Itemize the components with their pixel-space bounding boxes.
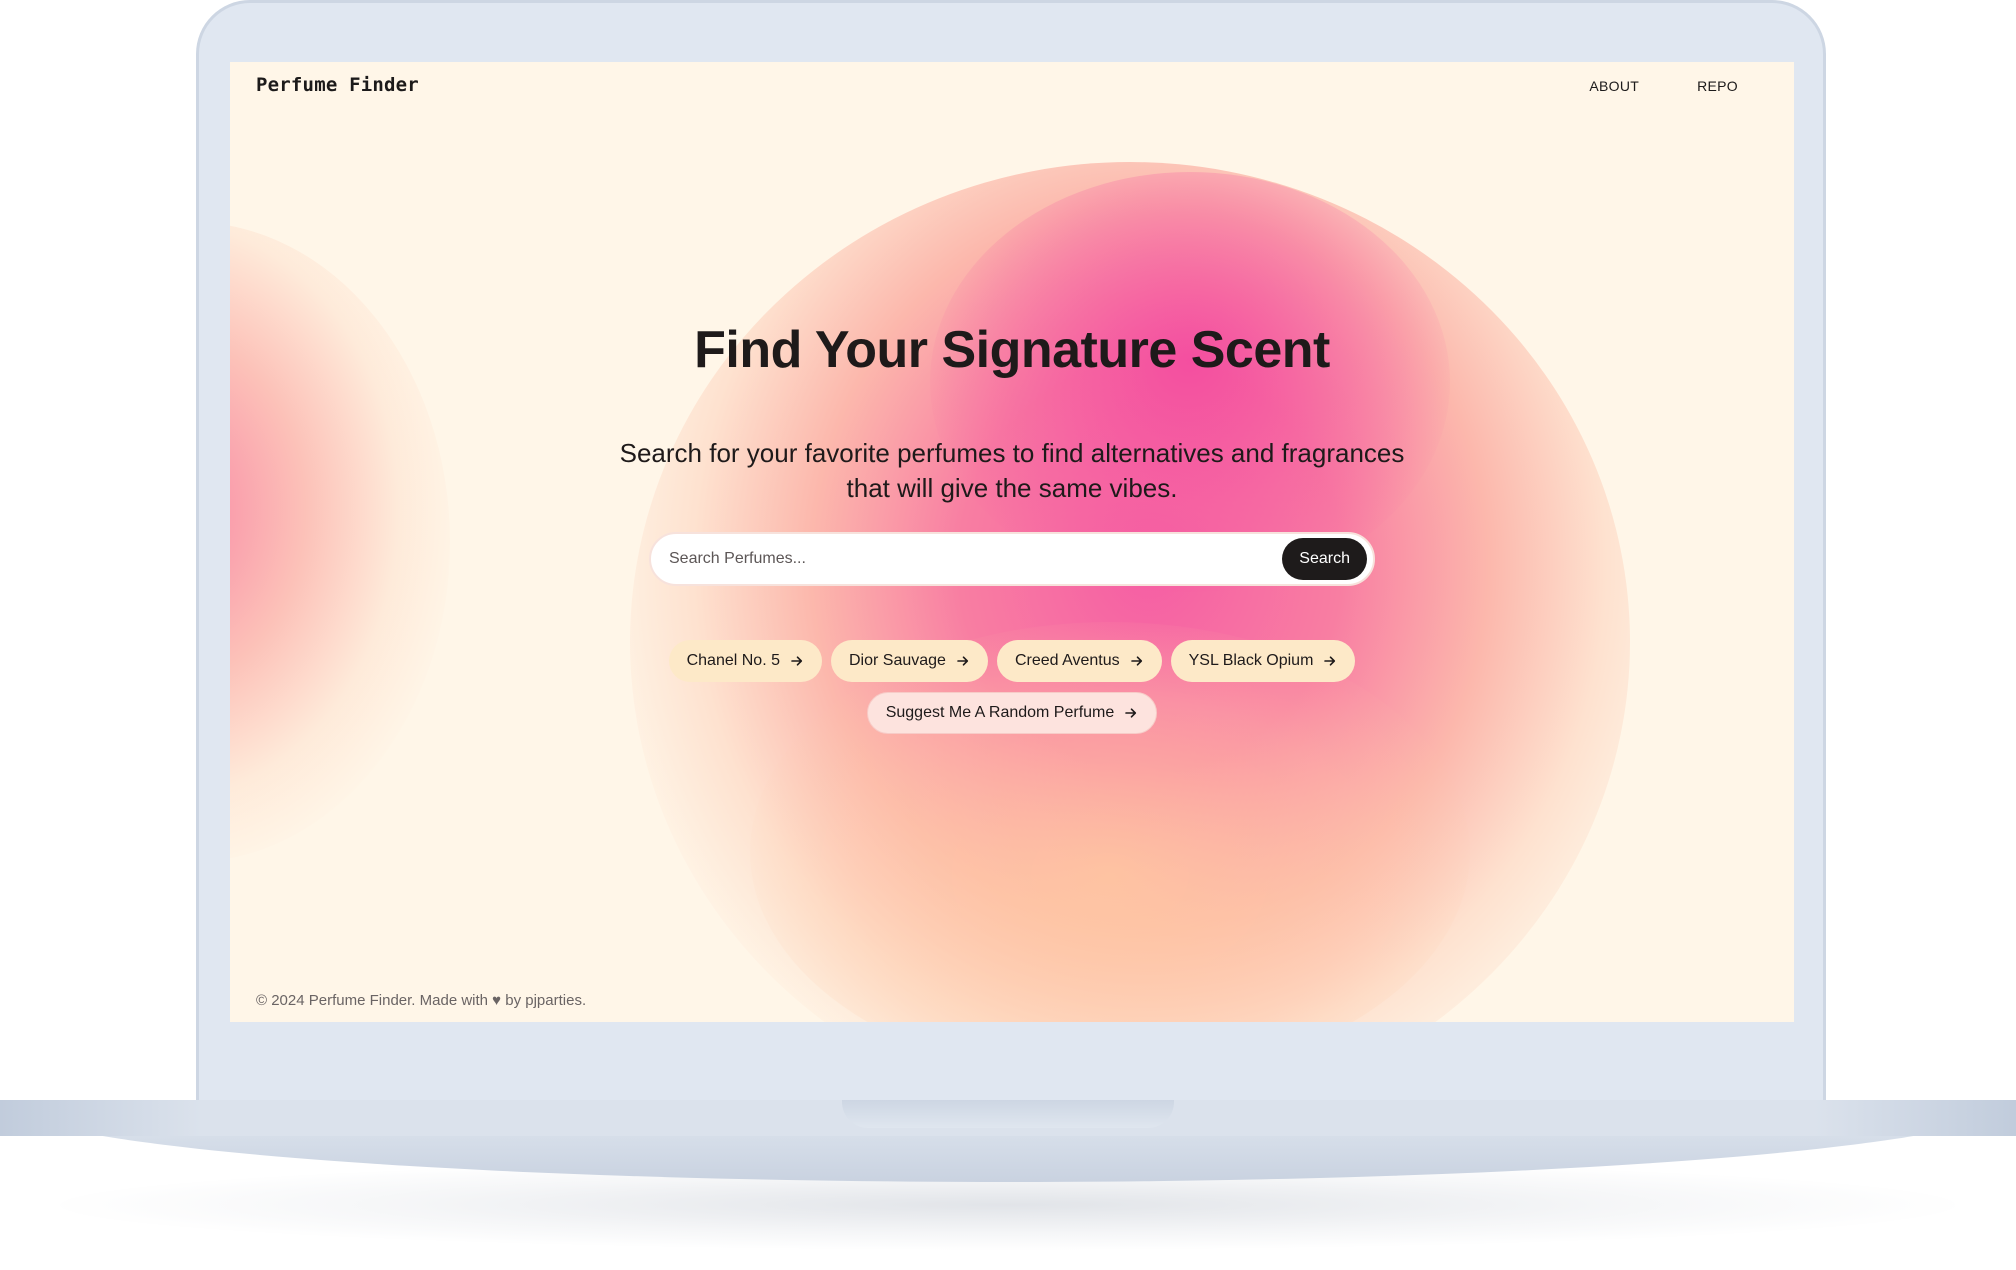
arrow-right-icon	[791, 656, 803, 666]
search-input[interactable]	[667, 538, 1283, 580]
chip-label: Suggest Me A Random Perfume	[885, 704, 1115, 721]
top-nav: ABOUT REPO	[1589, 78, 1738, 94]
chip-label: YSL Black Opium	[1188, 652, 1314, 669]
laptop-notch	[842, 1100, 1174, 1128]
footer-text: © 2024 Perfume Finder. Made with ♥ by pj…	[256, 992, 587, 1009]
suggestion-chip-creed-aventus[interactable]: Creed Aventus	[996, 640, 1162, 682]
page-title: Find Your Signature Scent	[694, 321, 1330, 379]
browser-screen: Perfume Finder ABOUT REPO Find Your Sign…	[230, 62, 1794, 1022]
arrow-right-icon	[1324, 656, 1336, 666]
chip-label: Dior Sauvage	[848, 652, 946, 669]
page-subtitle: Search for your favorite perfumes to fin…	[619, 438, 1405, 503]
site-logo[interactable]: Perfume Finder	[256, 74, 419, 96]
random-chip-row: Suggest Me A Random Perfume	[230, 692, 1794, 734]
chip-label: Creed Aventus	[1014, 652, 1120, 669]
suggestion-chip-chanel-no-5[interactable]: Chanel No. 5	[668, 640, 822, 682]
suggestion-chip-dior-sauvage[interactable]: Dior Sauvage	[830, 640, 988, 682]
search-button[interactable]: Search	[1282, 538, 1367, 580]
random-perfume-button[interactable]: Suggest Me A Random Perfume	[866, 692, 1158, 734]
search-bar: Search	[649, 532, 1375, 586]
chip-label: Chanel No. 5	[686, 652, 780, 669]
laptop-mockup: Perfume Finder ABOUT REPO Find Your Sign…	[0, 0, 2016, 1270]
nav-about-link[interactable]: ABOUT	[1589, 78, 1639, 94]
arrow-right-icon	[1125, 708, 1137, 718]
nav-repo-link[interactable]: REPO	[1697, 78, 1738, 94]
gradient-blob-left	[230, 222, 450, 862]
gradient-blob-pink	[930, 172, 1450, 592]
suggestion-chip-ysl-black-opium[interactable]: YSL Black Opium	[1170, 640, 1356, 682]
arrow-right-icon	[1130, 656, 1142, 666]
suggestion-chips: Chanel No. 5 Dior Sauvage Creed Aventus …	[230, 640, 1794, 682]
arrow-right-icon	[957, 656, 969, 666]
